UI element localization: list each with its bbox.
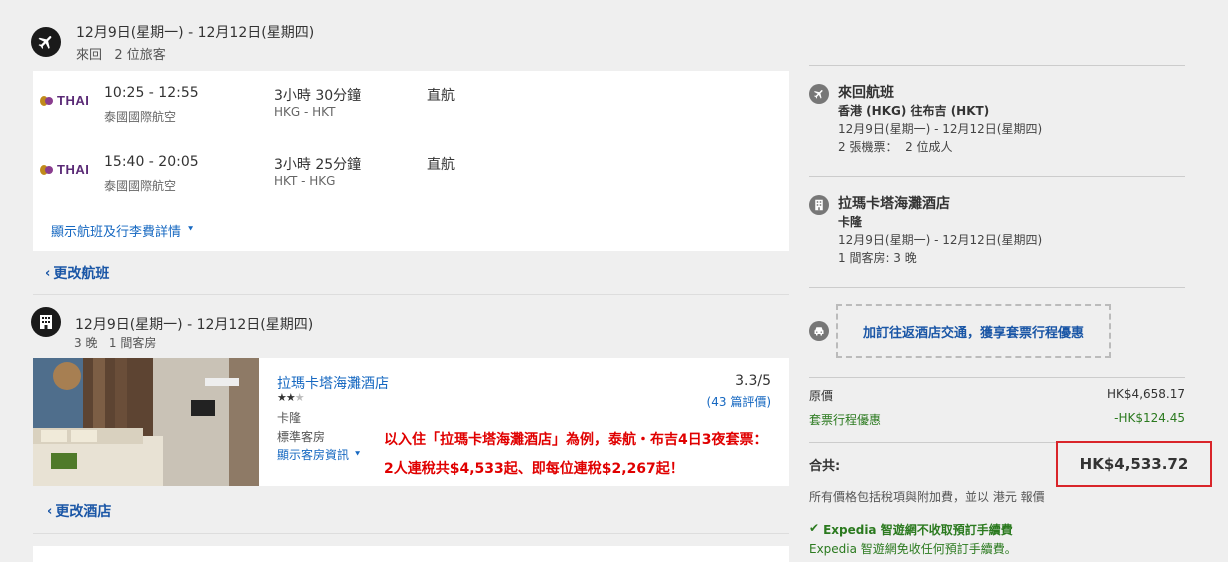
sidebar-hotel-dates: 12月9日(星期一) - 12月12日(星期四) (838, 233, 1043, 247)
hotel-name-link[interactable]: 拉瑪卡塔海灘酒店 (277, 373, 389, 393)
double-chevron-down-icon: ⯆ (354, 449, 362, 460)
hotel-rating: 3.3/5 (735, 373, 771, 389)
sidebar-flight-title: 來回航班 (838, 85, 894, 101)
hotel-building-icon (31, 307, 61, 337)
discount-label: 套票行程優惠 (809, 413, 882, 427)
sidebar-hotel-rooms: 1 間客房: 3 晚 (838, 251, 917, 265)
sidebar-hotel-location: 卡隆 (838, 215, 863, 229)
flight-card: THAI 10:25 - 12:55 泰國國際航空 3小時 30分鐘 HKG -… (33, 71, 789, 251)
next-card (33, 546, 789, 562)
sidebar-flight-dates: 12月9日(星期一) - 12月12日(星期四) (838, 122, 1043, 136)
hotel-building-icon (809, 195, 829, 215)
leg1-airline: 泰國國際航空 (104, 110, 177, 124)
total-price-box: HK$4,533.72 (1056, 441, 1212, 487)
leg1-duration: 3小時 30分鐘 (274, 88, 362, 104)
hotel-reviews-link[interactable]: (43 篇評價) (707, 393, 771, 410)
orchid-icon (40, 164, 53, 175)
original-price-label: 原價 (809, 389, 834, 403)
chevron-left-icon: ‹ (47, 503, 53, 519)
leg2-duration: 3小時 25分鐘 (274, 157, 362, 173)
orchid-icon (40, 95, 53, 106)
flight-dates: 12月9日(星期一) - 12月12日(星期四) (76, 25, 315, 41)
car-icon (809, 321, 829, 341)
sidebar-top-divider (809, 65, 1185, 66)
hotel-room-photo[interactable] (33, 358, 259, 486)
hotel-subtitle: 3 晚 1 間客房 (74, 336, 157, 350)
room-info-link[interactable]: 顯示客房資訊 ⯆ (277, 446, 361, 463)
hotel-room-type: 標準客房 (277, 430, 326, 444)
original-price-value: HK$4,658.17 (1107, 387, 1185, 401)
chevron-left-icon: ‹ (45, 265, 51, 281)
sidebar-divider (809, 176, 1185, 177)
airplane-icon (809, 84, 829, 104)
sidebar-divider (809, 287, 1185, 288)
sidebar-hotel-title: 拉瑪卡塔海灘酒店 (838, 196, 950, 212)
transfer-promo-button[interactable]: 加訂往返酒店交通，獲享套票行程優惠 (836, 304, 1111, 358)
sidebar-divider (809, 377, 1185, 378)
section-divider (33, 533, 789, 534)
flight-subtitle: 來回 2 位旅客 (76, 48, 166, 63)
leg2-stops: 直航 (427, 157, 455, 173)
section-divider (33, 294, 789, 295)
sidebar-flight-route: 香港 (HKG) 往布吉 (HKT) (838, 104, 990, 118)
thai-airways-logo: THAI (39, 93, 89, 108)
leg1-stops: 直航 (427, 88, 455, 104)
discount-value: -HK$124.45 (1114, 411, 1185, 425)
change-flight-link[interactable]: ‹ 更改航班 (45, 263, 109, 283)
sidebar-flight-tickets: 2 張機票： 2 位成人 (838, 140, 953, 154)
change-hotel-link[interactable]: ‹ 更改酒店 (47, 501, 111, 521)
hotel-location: 卡隆 (277, 411, 302, 425)
promo-annotation-line1: 以入住「拉瑪卡塔海灘酒店」為例，泰航・布吉4日3夜套票： (384, 432, 768, 448)
hotel-dates: 12月9日(星期一) - 12月12日(星期四) (75, 317, 314, 333)
thai-airways-logo: THAI (39, 162, 89, 177)
total-label: 合共: (809, 459, 841, 474)
leg1-route: HKG - HKT (274, 105, 336, 119)
leg2-time: 15:40 - 20:05 (104, 154, 199, 170)
no-fee-text: Expedia 智遊網免收任何預訂手續費。 (809, 542, 1017, 556)
no-fee-title: ✔ Expedia 智遊網不收取預訂手續費 (809, 521, 1013, 537)
price-note: 所有價格包括稅項與附加費，並以 港元 報價 (809, 490, 1045, 504)
double-chevron-down-icon: ⯆ (187, 225, 195, 235)
promo-annotation-line2: 2人連稅共$4,533起、即每位連稅$2,267起！ (384, 461, 684, 477)
hotel-star-rating: ★★★ (277, 391, 305, 404)
leg2-airline: 泰國國際航空 (104, 179, 177, 193)
leg1-time: 10:25 - 12:55 (104, 85, 199, 101)
airplane-icon (31, 27, 61, 57)
total-price-value: HK$4,533.72 (1079, 455, 1189, 473)
checkmark-icon: ✔ (809, 521, 820, 535)
flight-details-link[interactable]: 顯示航班及行李費詳情 ⯆ (51, 221, 194, 240)
leg2-route: HKT - HKG (274, 174, 336, 188)
